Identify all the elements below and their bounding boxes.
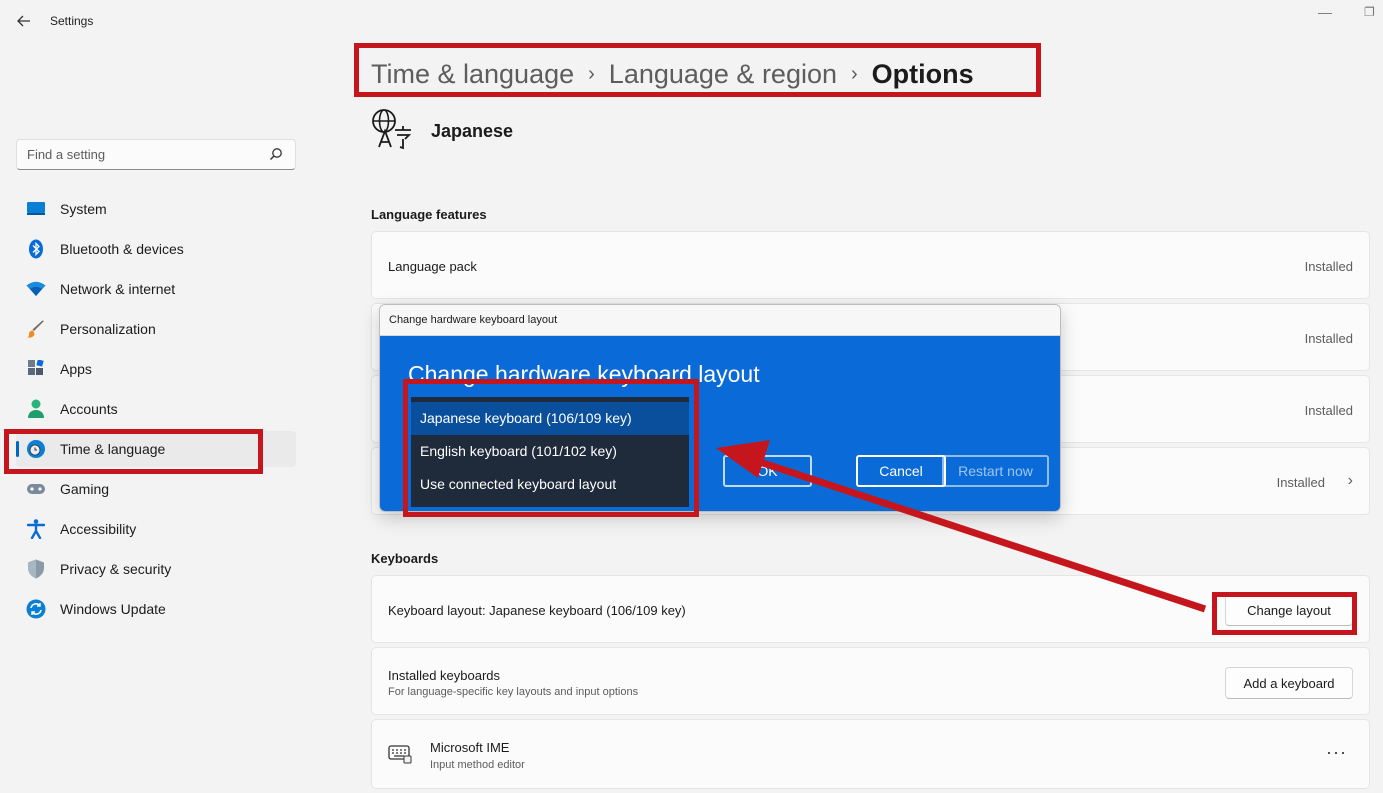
sidebar-item-system[interactable]: System <box>16 191 296 227</box>
language-pack-label: Language pack <box>388 259 477 274</box>
sidebar-item-personalization[interactable]: Personalization <box>16 311 296 347</box>
minimize-button[interactable]: — <box>1318 4 1332 20</box>
language-icon <box>371 108 413 150</box>
sidebar-item-network[interactable]: Network & internet <box>16 271 296 307</box>
sidebar-item-label: Windows Update <box>60 601 166 617</box>
bluetooth-icon <box>26 239 46 259</box>
sidebar-item-privacy[interactable]: Privacy & security <box>16 551 296 587</box>
search-input[interactable] <box>17 140 257 169</box>
system-icon <box>26 199 46 219</box>
cancel-button[interactable]: Cancel <box>856 455 946 487</box>
apps-icon <box>26 359 46 379</box>
breadcrumb-highlight-box <box>354 43 1041 97</box>
add-keyboard-button[interactable]: Add a keyboard <box>1225 667 1353 699</box>
search-icon[interactable] <box>269 147 283 161</box>
sidebar-item-accessibility[interactable]: Accessibility <box>16 511 296 547</box>
ok-button[interactable]: OK <box>723 455 812 487</box>
language-features-title: Language features <box>371 207 487 222</box>
sidebar-highlight-box <box>4 429 263 474</box>
language-pack-row: Language pack Installed <box>371 231 1370 299</box>
sidebar-item-apps[interactable]: Apps <box>16 351 296 387</box>
status-badge: Installed <box>1304 331 1353 346</box>
status-badge: Installed <box>1304 403 1353 418</box>
sidebar-item-label: Gaming <box>60 481 110 497</box>
sidebar-nav: System Bluetooth & devices Network & int… <box>16 191 296 631</box>
gamepad-icon <box>26 479 46 499</box>
search-box[interactable] <box>16 139 296 170</box>
chevron-right-icon[interactable]: › <box>1348 472 1353 490</box>
sidebar-item-gaming[interactable]: Gaming <box>16 471 296 507</box>
title-bar: Settings — ❐ <box>0 0 1383 42</box>
sidebar-item-bluetooth[interactable]: Bluetooth & devices <box>16 231 296 267</box>
app-title: Settings <box>50 14 94 28</box>
installed-keyboards-title: Installed keyboards <box>388 668 501 683</box>
ime-row: Microsoft IME Input method editor ··· <box>371 719 1370 789</box>
sidebar-item-label: Bluetooth & devices <box>60 241 184 257</box>
sidebar-item-label: Network & internet <box>60 281 176 297</box>
sidebar-item-label: Apps <box>60 361 92 377</box>
accounts-icon <box>26 399 46 419</box>
ime-description: Input method editor <box>430 759 525 771</box>
keyboard-icon <box>388 744 412 769</box>
status-badge: Installed <box>1276 475 1325 490</box>
sidebar-item-label: Privacy & security <box>60 561 172 577</box>
keyboard-layout-label: Keyboard layout: Japanese keyboard (106/… <box>388 603 686 618</box>
accessibility-icon <box>26 519 46 539</box>
ime-name: Microsoft IME <box>430 740 510 755</box>
sidebar-item-windows-update[interactable]: Windows Update <box>16 591 296 627</box>
sidebar-item-label: Accounts <box>60 401 118 417</box>
dialog-titlebar: Change hardware keyboard layout <box>380 305 1060 336</box>
language-name: Japanese <box>431 121 514 141</box>
back-arrow-icon[interactable] <box>14 10 34 32</box>
keyboards-title: Keyboards <box>371 551 439 566</box>
shield-icon <box>26 559 46 579</box>
update-icon <box>26 599 46 619</box>
installed-keyboards-row: Installed keyboards For language-specifi… <box>371 647 1370 715</box>
installed-keyboards-subtitle: For language-specific key layouts and in… <box>388 686 639 698</box>
more-options-icon[interactable]: ··· <box>1326 742 1347 763</box>
sidebar-item-label: System <box>60 201 107 217</box>
sidebar-item-label: Accessibility <box>60 521 137 537</box>
sidebar-item-accounts[interactable]: Accounts <box>16 391 296 427</box>
restore-button[interactable]: ❐ <box>1364 5 1375 19</box>
restart-now-button[interactable]: Restart now <box>942 455 1049 487</box>
sidebar-item-label: Personalization <box>60 321 156 337</box>
dropdown-highlight-box <box>403 379 699 517</box>
brush-icon <box>26 319 46 339</box>
status-badge: Installed <box>1304 259 1353 274</box>
wifi-icon <box>26 279 46 299</box>
change-layout-highlight-box <box>1212 592 1357 635</box>
